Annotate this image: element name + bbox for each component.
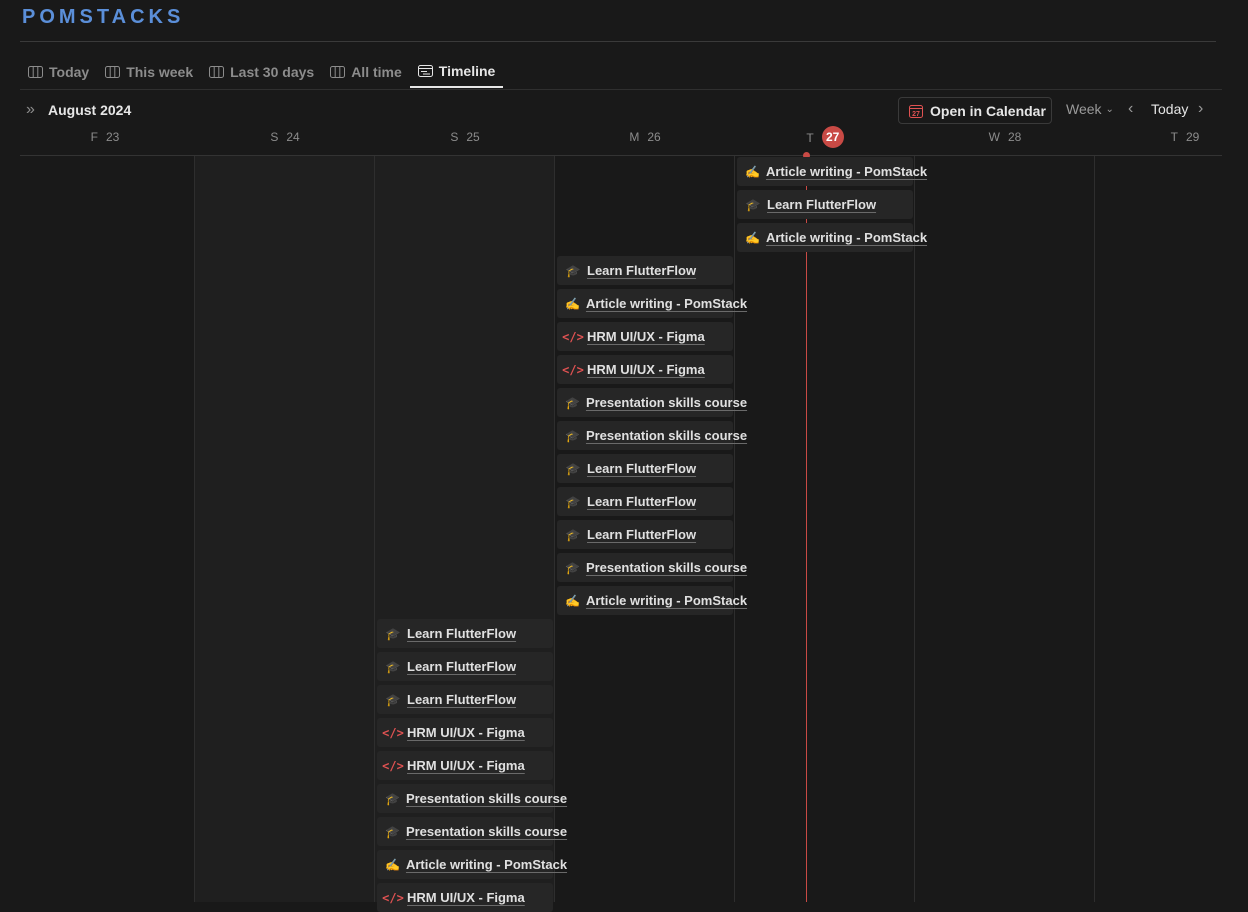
graduation-cap-icon: 🎓 [745,197,761,212]
tab-label: Last 30 days [230,64,315,80]
event-block[interactable]: ✍ Article writing - PomStack [737,157,927,186]
current-time-line [806,156,807,902]
event-block[interactable]: 🎓 Presentation skills course [557,388,747,417]
app-title: POMSTACKS [22,6,185,28]
graduation-cap-icon: 🎓 [565,395,580,410]
event-block[interactable]: 🎓 Learn FlutterFlow [557,256,733,285]
writing-hand-icon: ✍ [745,230,760,245]
tab-this-week[interactable]: This week [97,56,201,88]
tab-label: All time [351,64,402,80]
chevron-left-icon[interactable]: ‹ [1128,100,1133,118]
graduation-cap-icon: 🎓 [565,428,580,443]
svg-text:27: 27 [912,111,920,118]
today-button[interactable]: Today [1151,101,1188,117]
graduation-cap-icon: 🎓 [385,791,400,806]
event-block[interactable]: </> HRM UI/UX - Figma [377,883,553,912]
graduation-cap-icon: 🎓 [385,824,400,839]
title-divider [20,41,1216,42]
day-column-24 [194,156,374,902]
event-block[interactable]: </> HRM UI/UX - Figma [557,322,733,351]
tab-last-30-days[interactable]: Last 30 days [201,56,322,88]
day-header-27: T 27 [735,126,915,148]
tab-today[interactable]: Today [20,56,97,88]
event-block[interactable]: 🎓 Learn FlutterFlow [377,685,553,714]
tab-all-time[interactable]: All time [322,56,410,88]
tab-label: Today [49,64,90,80]
day-column-27 [734,156,914,902]
writing-hand-icon: ✍ [385,857,400,872]
writing-hand-icon: ✍ [565,593,580,608]
day-column-28 [914,156,1094,902]
day-header-26: M 26 [629,130,661,144]
tab-timeline[interactable]: Timeline [409,56,504,88]
graduation-cap-icon: 🎓 [565,461,581,476]
day-header-25: S 25 [450,130,480,144]
day-header-29: T 29 [1170,130,1200,144]
chevron-right-icon[interactable]: › [1198,100,1203,118]
code-icon: </> [382,725,404,740]
event-block[interactable]: 🎓 Learn FlutterFlow [377,652,553,681]
event-block[interactable]: 🎓 Learn FlutterFlow [737,190,913,219]
month-label: August 2024 [48,102,132,118]
writing-hand-icon: ✍ [565,296,580,311]
open-in-calendar-label: Open in Calendar [930,102,1046,119]
graduation-cap-icon: 🎓 [385,692,401,707]
day-header-23: F 23 [90,130,120,144]
event-block[interactable]: 🎓 Presentation skills course [377,784,567,813]
columns-icon [28,66,43,78]
writing-hand-icon: ✍ [745,164,760,179]
event-block[interactable]: </> HRM UI/UX - Figma [377,751,553,780]
timeline-icon [417,65,433,77]
view-tabs: Today This week Last 30 days All time Ti… [20,56,504,90]
event-block[interactable]: ✍ Article writing - PomStack [737,223,927,252]
calendar-icon: 27 [909,104,923,118]
tab-label: This week [126,64,194,80]
event-block[interactable]: ✍ Article writing - PomStack [557,586,747,615]
event-block[interactable]: 🎓 Learn FlutterFlow [557,520,733,549]
graduation-cap-icon: 🎓 [565,494,581,509]
view-select[interactable]: Week ⌄ [1066,101,1114,117]
event-block[interactable]: 🎓 Presentation skills course [377,817,567,846]
graduation-cap-icon: 🎓 [565,527,581,542]
graduation-cap-icon: 🎓 [565,263,581,278]
tabs-divider [20,89,1222,90]
day-column-29 [1094,156,1222,902]
columns-icon [105,66,121,78]
tab-label: Timeline [438,63,496,79]
graduation-cap-icon: 🎓 [385,659,401,674]
event-block[interactable]: ✍ Article writing - PomStack [557,289,747,318]
event-block[interactable]: 🎓 Learn FlutterFlow [557,487,733,516]
day-column-23 [14,156,194,902]
code-icon: </> [382,890,404,905]
event-block[interactable]: ✍ Article writing - PomStack [377,850,567,879]
graduation-cap-icon: 🎓 [385,626,401,641]
event-block[interactable]: 🎓 Presentation skills course [557,421,747,450]
open-in-calendar-button[interactable]: 27 Open in Calendar [898,97,1052,124]
code-icon: </> [382,758,404,773]
columns-icon [209,66,225,78]
day-header-24: S 24 [270,130,300,144]
chevron-down-icon: ⌄ [1105,103,1114,115]
month-header: » August 2024 [26,101,131,119]
today-badge: 27 [821,126,844,148]
view-select-label: Week [1066,101,1102,117]
event-block[interactable]: 🎓 Learn FlutterFlow [557,454,733,483]
event-block[interactable]: </> HRM UI/UX - Figma [377,718,553,747]
code-icon: </> [562,362,584,377]
graduation-cap-icon: 🎓 [565,560,580,575]
day-header-28: W 28 [988,130,1022,144]
double-chevron-right-icon[interactable]: » [26,101,40,119]
event-block[interactable]: </> HRM UI/UX - Figma [557,355,733,384]
code-icon: </> [562,329,584,344]
event-block[interactable]: 🎓 Presentation skills course [557,553,747,582]
columns-icon [330,66,346,78]
event-block[interactable]: 🎓 Learn FlutterFlow [377,619,553,648]
